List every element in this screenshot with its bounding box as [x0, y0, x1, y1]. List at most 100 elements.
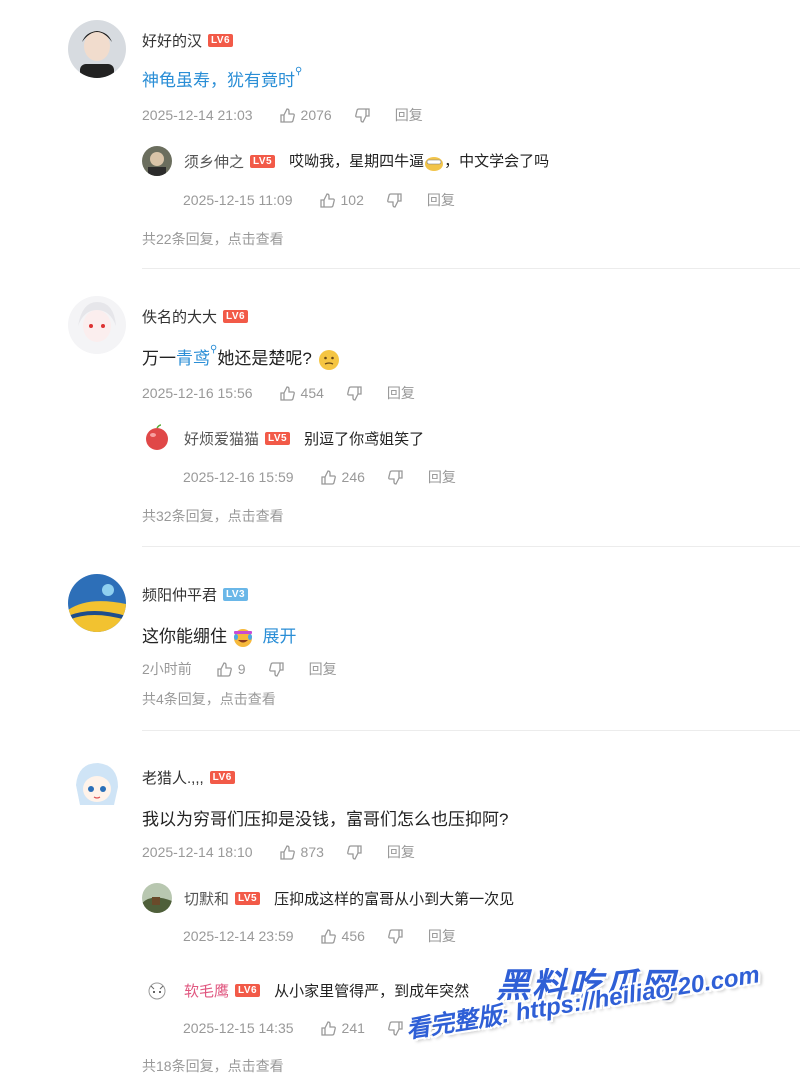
level-badge: LV3: [223, 588, 249, 601]
thumbs-down-icon: [388, 1020, 403, 1036]
view-more-replies[interactable]: 共22条回复，点击查看: [142, 229, 284, 249]
dislike-button[interactable]: [346, 844, 363, 861]
like-button[interactable]: 454: [279, 385, 324, 402]
thumbs-down-icon: [268, 661, 284, 677]
thumbs-up-icon: [320, 469, 336, 485]
thumbs-up-icon: [320, 928, 336, 944]
avatar[interactable]: [68, 20, 126, 78]
dislike-button[interactable]: [387, 928, 404, 945]
level-badge: LV5: [250, 154, 276, 168]
reply-row: 好烦爱猫猫 LV5 别逗了你鸢姐笑了: [142, 423, 424, 453]
comment-text: 我以为穷哥们压抑是没钱，富哥们怎么也压抑阿?: [142, 810, 509, 829]
like-button[interactable]: 246: [320, 469, 365, 486]
reply-meta: 2025-12-16 15:59 246 回复: [183, 467, 456, 487]
avatar[interactable]: [68, 757, 126, 815]
thumbs-up-icon: [217, 661, 232, 677]
like-button[interactable]: 873: [279, 844, 324, 861]
reply-username[interactable]: 软毛鹰: [184, 980, 229, 1001]
reply-button[interactable]: 回复: [395, 105, 423, 125]
timestamp: 2025-12-14 18:10: [142, 844, 253, 860]
reply-row: 切默和 LV5 压抑成这样的富哥从小到大第一次见: [142, 883, 514, 913]
username[interactable]: 好好的汉 LV6: [142, 30, 234, 51]
dislike-button[interactable]: [346, 385, 363, 402]
dislike-button[interactable]: [387, 1020, 404, 1037]
avatar[interactable]: [142, 883, 172, 913]
level-badge: LV6: [209, 771, 235, 784]
thumbs-down-icon: [386, 192, 402, 208]
view-more-replies[interactable]: 共4条回复，点击查看: [142, 689, 276, 709]
like-button[interactable]: 9: [216, 661, 246, 678]
view-more-replies[interactable]: 共32条回复，点击查看: [142, 506, 284, 526]
like-button[interactable]: 241: [320, 1020, 365, 1037]
expand-link[interactable]: 展开: [262, 627, 296, 646]
username[interactable]: 频阳仲平君 LV3: [142, 584, 249, 605]
thumbs-up-icon: [320, 1020, 336, 1036]
comment-text: 这你能绷住 展开: [142, 622, 296, 649]
comment-text: 神龟虽寿，犹有竟时⚲: [142, 66, 302, 91]
reply-username[interactable]: 切默和: [184, 888, 229, 909]
thumbs-down-icon: [347, 385, 362, 401]
thumbs-up-icon: [279, 107, 295, 123]
avatar[interactable]: [68, 296, 126, 354]
dislike-button[interactable]: [387, 469, 404, 486]
reply-button[interactable]: 回复: [428, 926, 456, 946]
comment-meta: 2025-12-16 15:56 454 回复: [142, 383, 415, 403]
like-button[interactable]: 102: [319, 192, 364, 209]
comment-meta: 2025-12-14 21:03 2076 回复: [142, 105, 423, 125]
thinking-emoji-icon: [318, 349, 339, 370]
timestamp: 2025-12-16 15:56: [142, 385, 253, 401]
reply-button[interactable]: 回复: [387, 383, 415, 403]
dislike-button[interactable]: [268, 661, 285, 678]
thumbs-down-icon: [347, 844, 362, 860]
dislike-button[interactable]: [354, 107, 371, 124]
divider: [142, 546, 800, 547]
reply-button[interactable]: 回复: [387, 842, 415, 862]
reply-username[interactable]: 须乡伸之: [184, 151, 244, 172]
username[interactable]: 佚名的大大 LV6: [142, 306, 249, 327]
reply-text: 别逗了你鸢姐笑了: [304, 430, 425, 448]
level-badge: LV6: [235, 983, 261, 997]
reply-meta: 2025-12-15 11:09 102 回复: [183, 190, 455, 210]
divider: [142, 268, 800, 269]
topic-link[interactable]: 神龟虽寿，犹有竟时: [142, 71, 295, 90]
timestamp: 2025-12-16 15:59: [183, 469, 294, 485]
avatar[interactable]: [142, 423, 172, 453]
avatar[interactable]: [142, 975, 172, 1005]
doge-emoji-icon: [425, 156, 444, 171]
level-badge: LV6: [208, 34, 234, 47]
thumbs-down-icon: [388, 469, 403, 485]
level-badge: LV5: [265, 431, 291, 445]
level-badge: LV5: [235, 891, 261, 905]
thumbs-up-icon: [319, 192, 335, 208]
like-button[interactable]: 456: [320, 928, 365, 945]
dislike-button[interactable]: [386, 192, 403, 209]
laugh-cry-emoji-icon: [233, 628, 252, 647]
timestamp: 2025-12-14 21:03: [142, 107, 253, 123]
reply-button[interactable]: 回复: [427, 190, 455, 210]
avatar[interactable]: [68, 574, 126, 632]
thumbs-up-icon: [279, 844, 295, 860]
view-more-replies[interactable]: 共18条回复，点击查看: [142, 1056, 284, 1076]
like-button[interactable]: 2076: [279, 107, 332, 124]
search-mini-icon: ⚲: [295, 66, 303, 77]
thumbs-up-icon: [279, 385, 295, 401]
comment-meta: 2025-12-14 18:10 873 回复: [142, 842, 415, 862]
reply-text: 哎呦我，星期四牛逼 ，中文学会了吗: [289, 153, 550, 171]
reply-text: 压抑成这样的富哥从小到大第一次见: [274, 890, 515, 908]
site-watermark: 黑料吃瓜网 看完整版: https://heiliao-20.com: [404, 958, 786, 1076]
reply-button[interactable]: 回复: [428, 467, 456, 487]
timestamp: 2025-12-15 11:09: [183, 192, 293, 208]
reply-meta: 2025-12-14 23:59 456 回复: [183, 926, 456, 946]
thumbs-down-icon: [354, 107, 370, 123]
thumbs-down-icon: [388, 928, 403, 944]
username[interactable]: 老猎人.,,, LV6: [142, 767, 235, 788]
reply-username[interactable]: 好烦爱猫猫: [184, 428, 259, 449]
reply-button[interactable]: 回复: [309, 659, 337, 679]
reply-row: 须乡伸之 LV5 哎呦我，星期四牛逼 ，中文学会了吗: [142, 146, 549, 176]
timestamp: 2025-12-15 14:35: [183, 1020, 294, 1036]
timestamp: 2小时前: [142, 661, 192, 677]
timestamp: 2025-12-14 23:59: [183, 928, 294, 944]
avatar[interactable]: [142, 146, 172, 176]
comment-meta: 2小时前 9 回复: [142, 659, 337, 679]
topic-link[interactable]: 青鸢: [176, 349, 210, 368]
